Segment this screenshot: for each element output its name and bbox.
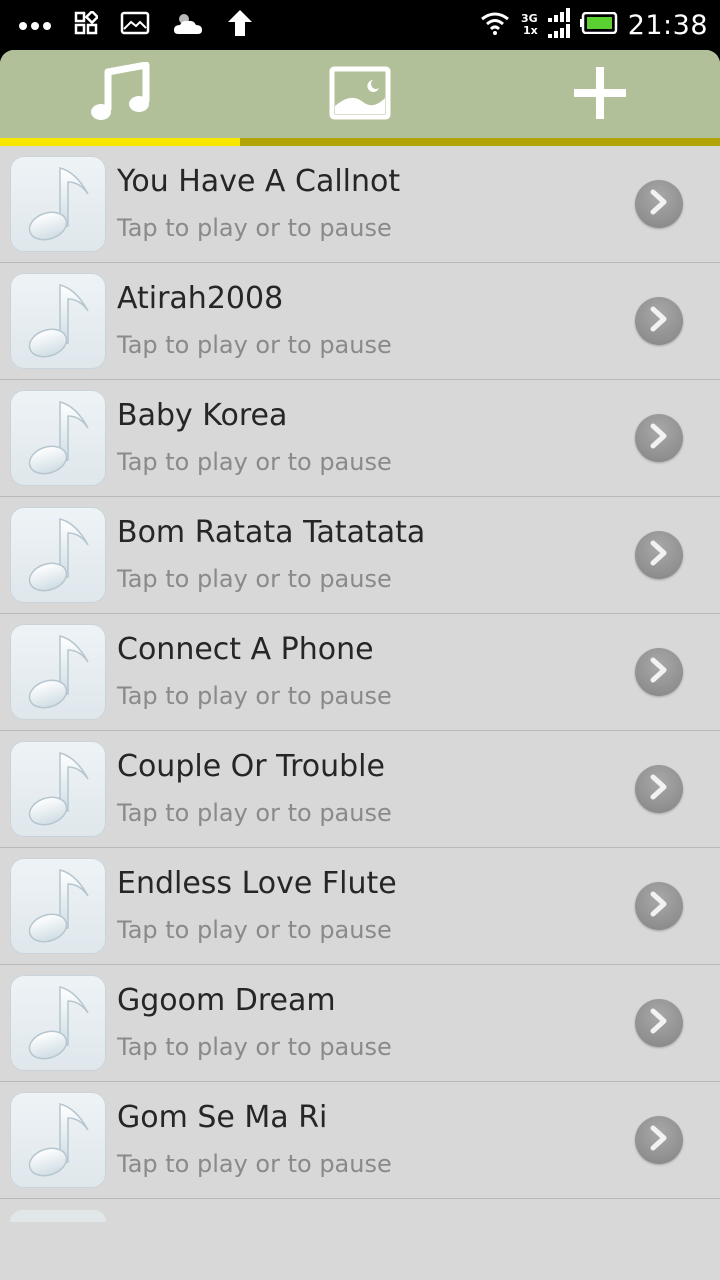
song-subtitle: Tap to play or to pause xyxy=(117,1150,392,1178)
song-thumbnail xyxy=(10,1092,106,1188)
song-title: Baby Korea xyxy=(117,398,288,433)
song-row[interactable]: Ggoom Dream Tap to play or to pause xyxy=(0,965,720,1082)
song-detail-button[interactable] xyxy=(635,414,683,462)
partial-thumbnail xyxy=(10,1210,106,1222)
signal-icon xyxy=(547,8,570,42)
song-list: You Have A Callnot Tap to play or to pau… xyxy=(0,146,720,1199)
image-notification-icon xyxy=(120,11,150,39)
plus-icon xyxy=(572,65,628,125)
song-row[interactable]: Couple Or Trouble Tap to play or to paus… xyxy=(0,731,720,848)
song-subtitle: Tap to play or to pause xyxy=(117,448,392,476)
network-bottom-label: 1x xyxy=(522,24,538,37)
song-row[interactable]: Bom Ratata Tatatata Tap to play or to pa… xyxy=(0,497,720,614)
song-subtitle: Tap to play or to pause xyxy=(117,565,392,593)
song-detail-button[interactable] xyxy=(635,882,683,930)
song-subtitle: Tap to play or to pause xyxy=(117,1033,392,1061)
chevron-right-icon xyxy=(649,891,669,921)
music-note-icon xyxy=(18,979,98,1067)
apps-grid-icon xyxy=(74,9,100,39)
music-note-icon xyxy=(18,394,98,482)
song-subtitle: Tap to play or to pause xyxy=(117,916,392,944)
partial-list-item xyxy=(0,1208,720,1280)
music-note-icon xyxy=(90,61,150,128)
song-thumbnail xyxy=(10,507,106,603)
music-note-icon xyxy=(18,160,98,248)
chevron-right-icon xyxy=(649,423,669,453)
song-thumbnail xyxy=(10,156,106,252)
song-row[interactable]: Gom Se Ma Ri Tap to play or to pause xyxy=(0,1082,720,1199)
clock: 21:38 xyxy=(627,9,708,41)
song-row[interactable]: You Have A Callnot Tap to play or to pau… xyxy=(0,146,720,263)
music-note-icon xyxy=(18,628,98,716)
more-dots-icon xyxy=(18,16,52,35)
song-detail-button[interactable] xyxy=(635,1116,683,1164)
tab-bar xyxy=(0,50,720,140)
song-detail-button[interactable] xyxy=(635,999,683,1047)
music-note-icon xyxy=(18,511,98,599)
tab-indicator-active xyxy=(0,138,240,146)
song-title: You Have A Callnot xyxy=(117,164,401,199)
song-title: Bom Ratata Tatatata xyxy=(117,515,426,550)
song-detail-button[interactable] xyxy=(635,180,683,228)
song-thumbnail xyxy=(10,390,106,486)
song-subtitle: Tap to play or to pause xyxy=(117,799,392,827)
song-subtitle: Tap to play or to pause xyxy=(117,331,392,359)
upload-arrow-icon xyxy=(226,8,254,42)
tab-music[interactable] xyxy=(0,50,240,140)
network-type-indicator: 3G 1x xyxy=(521,13,538,37)
music-note-icon xyxy=(18,745,98,833)
song-title: Endless Love Flute xyxy=(117,866,397,901)
song-title: Gom Se Ma Ri xyxy=(117,1100,328,1135)
song-thumbnail xyxy=(10,273,106,369)
song-subtitle: Tap to play or to pause xyxy=(117,682,392,710)
chevron-right-icon xyxy=(649,774,669,804)
song-subtitle: Tap to play or to pause xyxy=(117,214,392,242)
song-title: Ggoom Dream xyxy=(117,983,336,1018)
song-thumbnail xyxy=(10,741,106,837)
chevron-right-icon xyxy=(649,1008,669,1038)
song-title: Atirah2008 xyxy=(117,281,284,316)
song-title: Connect A Phone xyxy=(117,632,374,667)
song-thumbnail xyxy=(10,624,106,720)
chevron-right-icon xyxy=(649,189,669,219)
tab-add[interactable] xyxy=(480,50,720,140)
song-row[interactable]: Endless Love Flute Tap to play or to pau… xyxy=(0,848,720,965)
tab-images[interactable] xyxy=(240,50,480,140)
song-row[interactable]: Baby Korea Tap to play or to pause xyxy=(0,380,720,497)
song-title: Couple Or Trouble xyxy=(117,749,385,784)
song-detail-button[interactable] xyxy=(635,297,683,345)
music-app: You Have A Callnot Tap to play or to pau… xyxy=(0,50,720,1280)
image-icon xyxy=(329,66,391,124)
music-note-icon xyxy=(18,862,98,950)
song-detail-button[interactable] xyxy=(635,531,683,579)
music-note-icon xyxy=(18,277,98,365)
chevron-right-icon xyxy=(649,1125,669,1155)
wifi-icon xyxy=(479,10,511,40)
song-detail-button[interactable] xyxy=(635,648,683,696)
music-note-icon xyxy=(18,1096,98,1184)
chevron-right-icon xyxy=(649,540,669,570)
chevron-right-icon xyxy=(649,657,669,687)
status-bar: 3G 1x 21:38 xyxy=(0,0,720,50)
chevron-right-icon xyxy=(649,306,669,336)
song-thumbnail xyxy=(10,858,106,954)
song-row[interactable]: Atirah2008 Tap to play or to pause xyxy=(0,263,720,380)
song-detail-button[interactable] xyxy=(635,765,683,813)
song-thumbnail xyxy=(10,975,106,1071)
song-row[interactable]: Connect A Phone Tap to play or to pause xyxy=(0,614,720,731)
weather-cloud-icon xyxy=(172,10,204,40)
battery-icon xyxy=(579,11,618,38)
